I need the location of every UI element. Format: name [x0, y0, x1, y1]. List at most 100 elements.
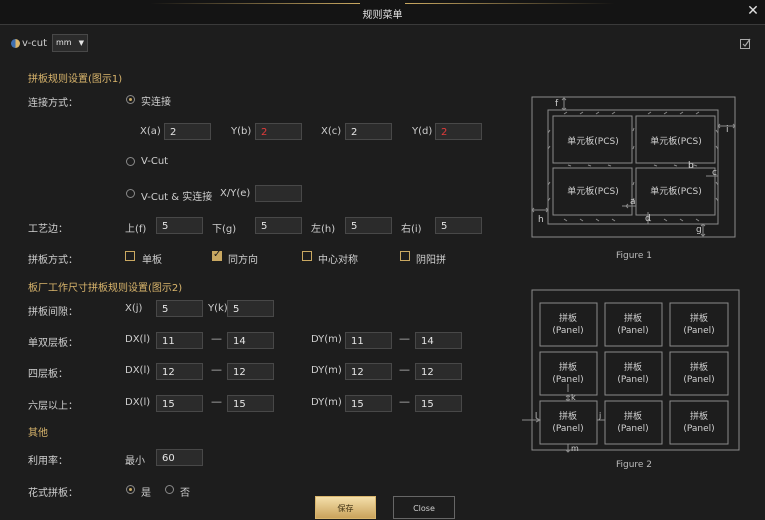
figure1-diagram: 单元板(PCS) 单元板(PCS) 单元板(PCS) 单元板(PCS) f i …: [531, 96, 736, 238]
yes-label: 是: [141, 488, 151, 499]
figure2-cell-line2: (Panel): [617, 375, 648, 385]
figure1-cell: 单元板(PCS): [650, 135, 701, 147]
left-input[interactable]: 5: [345, 217, 392, 234]
radio-vcut[interactable]: [126, 157, 135, 166]
dx-label: DX(l): [125, 397, 151, 408]
figure1-label-c: c: [712, 168, 717, 178]
xc-input[interactable]: 2: [345, 123, 392, 140]
figure2-label-m: m: [571, 444, 579, 453]
yb-input[interactable]: 2: [255, 123, 302, 140]
checkbox-same-direction[interactable]: [212, 249, 222, 261]
section1-title: 拼板规则设置(图示1): [28, 74, 123, 85]
dx-min-input[interactable]: 15: [156, 395, 203, 412]
left-label: 左(h): [311, 224, 336, 235]
yd-label: Y(d): [412, 126, 433, 137]
top-label: 上(f): [125, 224, 147, 235]
checkbox-yinyang[interactable]: [400, 251, 410, 261]
figure1-caption: Figure 1: [615, 251, 653, 261]
figure2-cell-line1: 拼板: [559, 410, 577, 422]
dy-label: DY(m): [311, 397, 342, 408]
util-label: 利用率：: [28, 456, 68, 467]
figure2-label-l: l: [535, 411, 537, 420]
solid-label: 实连接: [141, 97, 171, 108]
dy-min-input[interactable]: 15: [345, 395, 392, 412]
close-button[interactable]: Close: [393, 496, 455, 519]
dy-label: DY(m): [311, 334, 342, 345]
yinyang-label: 阴阳拼: [416, 255, 446, 266]
xj-input[interactable]: 5: [156, 300, 203, 317]
figure2-cell-line2: (Panel): [617, 326, 648, 336]
dy-max-input[interactable]: 14: [415, 332, 462, 349]
bottom-input[interactable]: 5: [255, 217, 302, 234]
right-input[interactable]: 5: [435, 217, 482, 234]
dx-min-input[interactable]: 12: [156, 363, 203, 380]
yk-input[interactable]: 5: [227, 300, 274, 317]
unit-value: mm: [56, 38, 72, 47]
bottom-label: 下(g): [212, 224, 237, 235]
center-symmetric-label: 中心对称: [318, 255, 358, 266]
section2-title: 板厂工作尺寸拼板规则设置(图示2): [28, 283, 183, 294]
xc-label: X(c): [321, 126, 342, 137]
figure2-cell-line1: 拼板: [559, 312, 577, 324]
radio-solid[interactable]: [126, 95, 135, 104]
radio-yes[interactable]: [126, 485, 135, 494]
xa-input[interactable]: 2: [164, 123, 211, 140]
figure1-cell: 单元板(PCS): [567, 185, 618, 197]
xye-label: X/Y(e): [220, 188, 251, 199]
dy-max-input[interactable]: 15: [415, 395, 462, 412]
panel-mode-label: 拼板方式：: [28, 255, 78, 266]
dy-min-input[interactable]: 12: [345, 363, 392, 380]
right-label: 右(i): [401, 224, 422, 235]
row-label: 单双层板：: [28, 338, 78, 349]
util-input[interactable]: 60: [156, 449, 203, 466]
figure2-cell-line1: 拼板: [559, 361, 577, 373]
connect-label: 连接方式：: [28, 98, 78, 109]
checkbox-center-symmetric[interactable]: [302, 251, 312, 261]
figure1-label-b: b: [688, 161, 694, 171]
chevron-down-icon: ▼: [78, 39, 84, 47]
row-label: 四层板：: [28, 369, 68, 380]
xa-label: X(a): [140, 126, 161, 137]
figure1-label-g: g: [696, 225, 702, 235]
dx-label: DX(l): [125, 334, 151, 345]
min-label: 最小: [125, 456, 145, 467]
figure1-label-f: f: [555, 99, 559, 109]
figure2-cell-line2: (Panel): [552, 375, 583, 385]
dx-max-input[interactable]: 12: [227, 363, 274, 380]
figure2-cell-line2: (Panel): [617, 424, 648, 434]
section3-title: 其他: [28, 428, 48, 439]
dx-label: DX(l): [125, 365, 151, 376]
figure2-cell-line1: 拼板: [690, 361, 708, 373]
yd-input[interactable]: 2: [435, 123, 482, 140]
save-button[interactable]: 保存: [315, 496, 376, 519]
window-title: 规则菜单: [362, 10, 403, 21]
figure2-cell-line2: (Panel): [552, 424, 583, 434]
range-dash: —: [211, 363, 222, 376]
figure2-caption: Figure 2: [615, 460, 653, 470]
dx-max-input[interactable]: 15: [227, 395, 274, 412]
range-dash: —: [211, 332, 222, 345]
xye-input[interactable]: [255, 185, 302, 202]
vcut-icon: [11, 39, 20, 48]
unit-select[interactable]: mm ▼: [52, 34, 88, 52]
radio-vcut-solid[interactable]: [126, 189, 135, 198]
dy-label: DY(m): [311, 365, 342, 376]
no-label: 否: [180, 488, 190, 499]
figure2-label-j: j: [598, 411, 601, 420]
range-dash: —: [399, 363, 410, 376]
xj-label: X(j): [125, 303, 143, 314]
figure1-label-i: i: [726, 125, 729, 135]
dx-max-input[interactable]: 14: [227, 332, 274, 349]
yk-label: Y(k): [208, 303, 228, 314]
figure1-cell: 单元板(PCS): [567, 135, 618, 147]
dx-min-input[interactable]: 11: [156, 332, 203, 349]
dy-max-input[interactable]: 12: [415, 363, 462, 380]
top-input[interactable]: 5: [156, 217, 203, 234]
close-icon[interactable]: ✕: [745, 3, 761, 19]
yb-label: Y(b): [231, 126, 252, 137]
checkbox-single[interactable]: [125, 251, 135, 261]
figure2-label-k: k: [571, 393, 576, 402]
radio-no[interactable]: [165, 485, 174, 494]
edit-icon[interactable]: [740, 38, 751, 49]
dy-min-input[interactable]: 11: [345, 332, 392, 349]
